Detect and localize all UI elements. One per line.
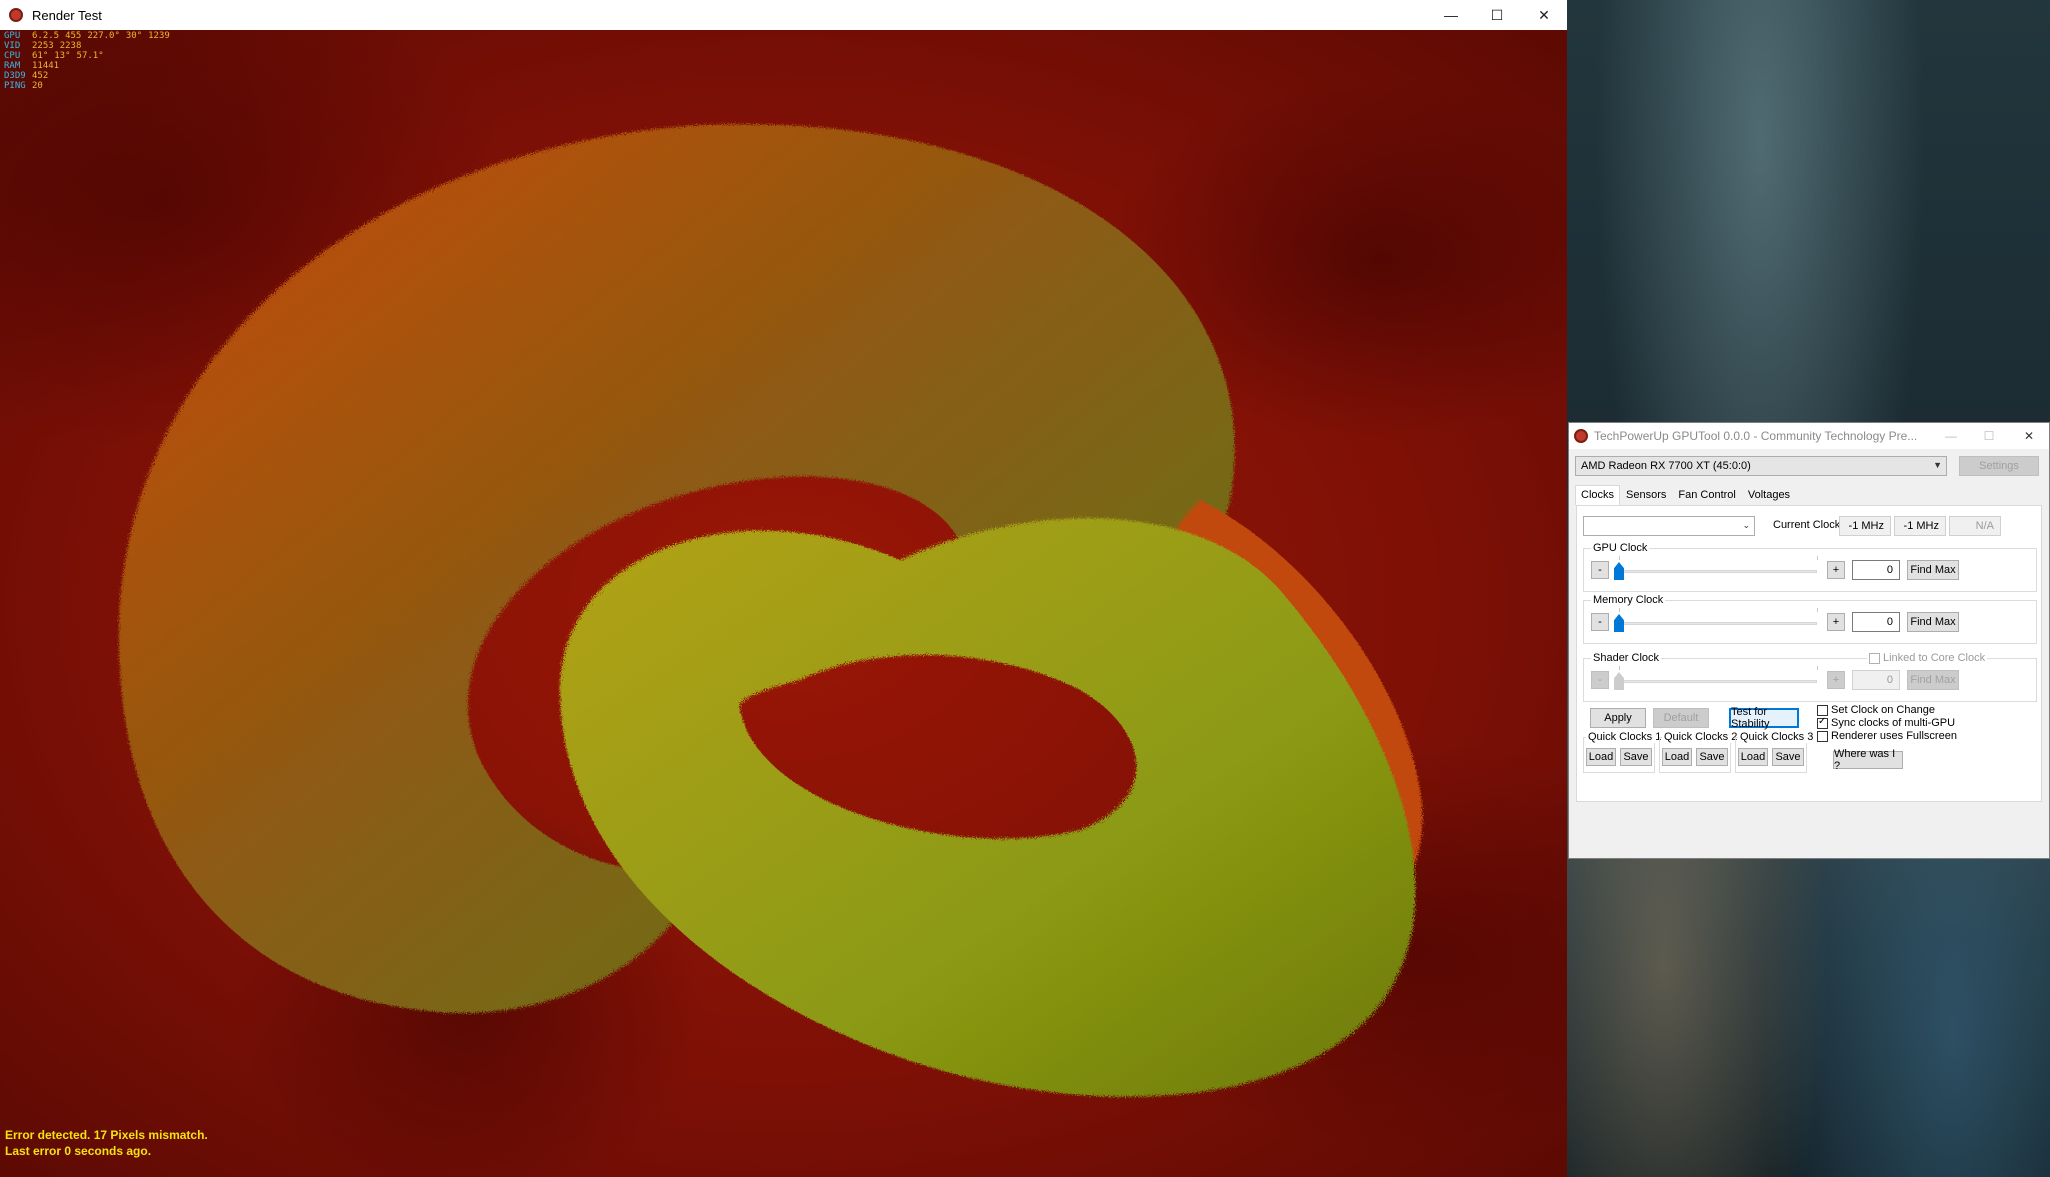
tab-fan-control[interactable]: Fan Control — [1672, 485, 1741, 505]
shader-clock-input[interactable]: 0 — [1852, 670, 1900, 690]
checkbox-box — [1817, 730, 1828, 742]
tab-voltages[interactable]: Voltages — [1742, 485, 1796, 505]
memory-clock-minus-button[interactable]: - — [1591, 613, 1609, 631]
minimize-button[interactable]: — — [1931, 423, 1971, 449]
minimize-button[interactable]: — — [1428, 0, 1474, 30]
gputool-titlebar[interactable]: TechPowerUp GPUTool 0.0.0 - Community Te… — [1569, 423, 2049, 449]
quick-1-save-button[interactable]: Save — [1620, 748, 1652, 766]
render-test-titlebar[interactable]: Render Test — ☐ ✕ — [0, 0, 1567, 30]
gputool-icon — [1574, 429, 1588, 443]
window-title: Render Test — [32, 7, 102, 23]
memory-find-max-button[interactable]: Find Max — [1907, 612, 1959, 632]
slider-tick — [1619, 666, 1620, 670]
shader-clock-minus-button[interactable]: - — [1591, 671, 1609, 689]
default-button[interactable]: Default — [1653, 708, 1709, 728]
slider-tick — [1619, 608, 1620, 612]
sync-multi-gpu-label: Sync clocks of multi-GPU — [1831, 717, 1956, 729]
gputool-title: TechPowerUp GPUTool 0.0.0 - Community Te… — [1594, 429, 1918, 443]
quick-1-load-button[interactable]: Load — [1586, 748, 1616, 766]
slider-tick — [1619, 556, 1620, 560]
linked-to-core-checkbox[interactable]: Linked to Core Clock — [1867, 652, 1988, 664]
quick-3-save-button[interactable]: Save — [1772, 748, 1804, 766]
quick-2-save-button[interactable]: Save — [1696, 748, 1728, 766]
memory-clock-label: Memory Clock — [1591, 594, 1666, 606]
memory-clock-track — [1617, 622, 1817, 625]
gputool-window: TechPowerUp GPUTool 0.0.0 - Community Te… — [1568, 422, 2050, 859]
clocks-panel: ⌄ Current Clocks: -1 MHz -1 MHz N/A GPU … — [1576, 505, 2042, 802]
chevron-down-icon: ▼ — [1933, 460, 1942, 470]
chevron-down-icon: ⌄ — [1742, 520, 1750, 530]
gpu-clock-label: GPU Clock — [1591, 542, 1650, 554]
gpu-clock-minus-button[interactable]: - — [1591, 561, 1609, 579]
shader-clock-track — [1617, 680, 1817, 683]
osd-overlay: GPU 6.2.5 455 227.0° 30° 1239 VID 2253 2238 CPU… — [4, 31, 170, 91]
close-button[interactable]: ✕ — [2009, 423, 2049, 449]
quick-2-load-button[interactable]: Load — [1662, 748, 1692, 766]
maximize-button[interactable]: ☐ — [1969, 423, 2009, 449]
slider-tick — [1817, 556, 1818, 560]
slider-tick — [1817, 666, 1818, 670]
checkbox-box — [1817, 716, 1828, 729]
settings-button[interactable]: Settings — [1959, 456, 2039, 476]
renderer-fullscreen-checkbox[interactable]: Renderer uses Fullscreen — [1817, 730, 1957, 742]
app-icon — [9, 8, 23, 22]
preset-select[interactable]: ⌄ — [1583, 516, 1755, 536]
error-time: Last error 0 seconds ago. — [5, 1144, 152, 1158]
where-was-i-button[interactable]: Where was I ? — [1833, 748, 1903, 772]
error-line: Error detected. 17 Pixels mismatch. — [5, 1128, 208, 1142]
sync-multi-gpu-checkbox[interactable]: Sync clocks of multi-GPU — [1817, 716, 1956, 729]
gpu-find-max-button[interactable]: Find Max — [1907, 560, 1959, 580]
slider-tick — [1817, 608, 1818, 612]
render-test-window: Render Test — ☐ ✕ GPU 6.2.5 455 227.0° 3… — [0, 0, 1567, 1177]
current-shader-clock: N/A — [1949, 516, 2001, 536]
render-viewport[interactable] — [0, 30, 1567, 1177]
maximize-button[interactable]: ☐ — [1474, 0, 1520, 30]
tab-bar: Clocks Sensors Fan Control Voltages — [1575, 485, 1796, 505]
shader-clock-plus-button[interactable]: + — [1827, 671, 1845, 689]
gpu-select-value: AMD Radeon RX 7700 XT (45:0:0) — [1581, 460, 1751, 472]
test-stability-button[interactable]: Test for Stability — [1729, 706, 1799, 730]
renderer-fullscreen-label: Renderer uses Fullscreen — [1831, 730, 1957, 742]
shader-find-max-button[interactable]: Find Max — [1907, 670, 1959, 690]
gpu-clock-plus-button[interactable]: + — [1827, 561, 1845, 579]
quick-clocks-1-label: Quick Clocks 1 — [1586, 731, 1664, 743]
checkbox-box — [1817, 704, 1828, 716]
gpu-select[interactable]: AMD Radeon RX 7700 XT (45:0:0) ▼ — [1575, 456, 1947, 476]
gpu-clock-track — [1617, 570, 1817, 573]
current-clocks-label: Current Clocks: — [1773, 519, 1849, 531]
error-status: Error detected. 17 Pixels mismatch. Last… — [5, 1127, 208, 1159]
apply-button[interactable]: Apply — [1590, 708, 1646, 728]
fur-torus-scene — [118, 124, 1423, 1097]
quick-3-load-button[interactable]: Load — [1738, 748, 1768, 766]
memory-clock-input[interactable]: 0 — [1852, 612, 1900, 632]
set-clock-on-change-label: Set Clock on Change — [1831, 704, 1935, 716]
checkbox-box — [1869, 652, 1880, 664]
quick-clocks-2-label: Quick Clocks 2 — [1662, 731, 1740, 743]
set-clock-on-change-checkbox[interactable]: Set Clock on Change — [1817, 704, 1935, 716]
memory-clock-plus-button[interactable]: + — [1827, 613, 1845, 631]
tab-clocks[interactable]: Clocks — [1575, 485, 1621, 505]
current-memory-clock: -1 MHz — [1894, 516, 1946, 536]
close-button[interactable]: ✕ — [1521, 0, 1567, 30]
tab-sensors[interactable]: Sensors — [1620, 485, 1672, 505]
quick-clocks-3-label: Quick Clocks 3 — [1738, 731, 1816, 743]
torus-front — [560, 518, 1416, 1097]
shader-clock-label: Shader Clock — [1591, 652, 1662, 664]
gpu-clock-input[interactable]: 0 — [1852, 560, 1900, 580]
current-core-clock: -1 MHz — [1839, 516, 1891, 536]
linked-to-core-label: Linked to Core Clock — [1883, 652, 1986, 664]
